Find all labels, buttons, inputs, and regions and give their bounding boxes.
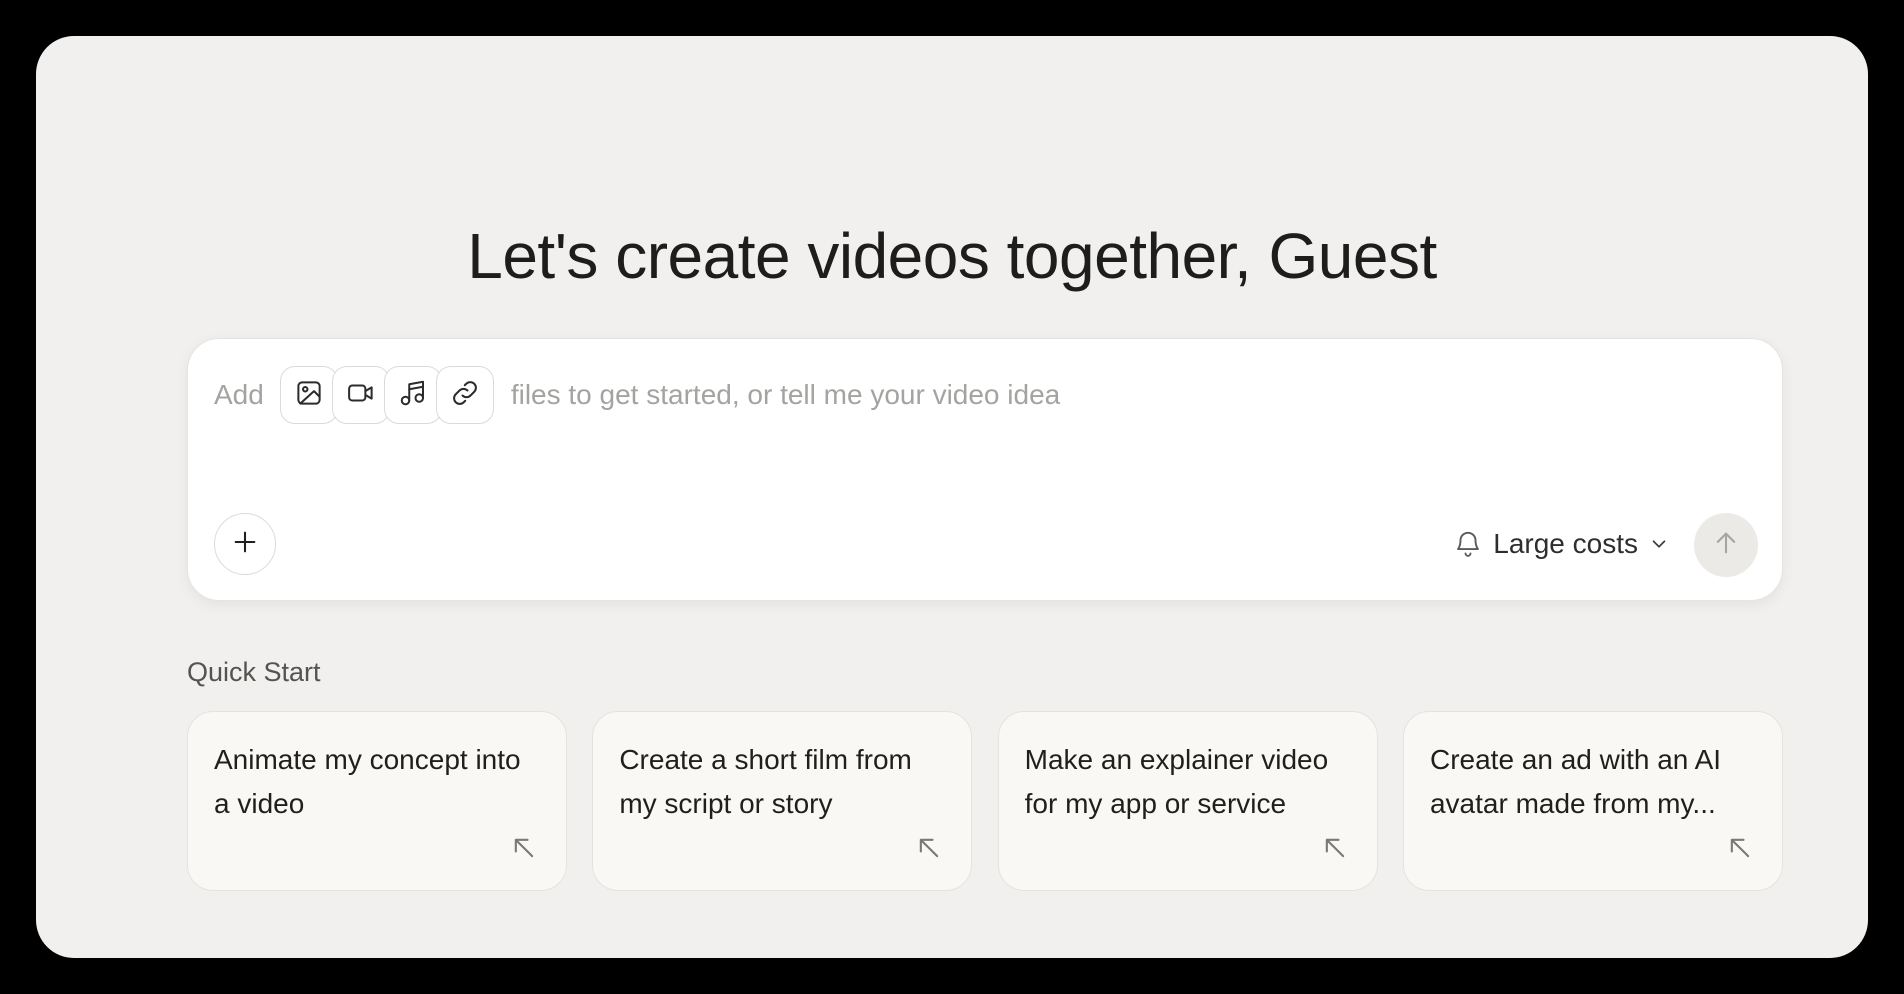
page-title: Let's create videos together, Guest [467,220,1437,292]
attachment-buttons [279,366,494,424]
quick-start-card[interactable]: Create an ad with an AI avatar made from… [1402,711,1783,891]
prompt-prefix: Add [214,379,264,410]
quick-start-card-text: Create a short film from my script or st… [619,744,912,819]
quick-start-card[interactable]: Make an explainer video for my app or se… [997,711,1378,891]
quick-start-card-text: Animate my concept into a video [214,744,521,819]
add-link-button[interactable] [435,366,494,424]
quick-start-card-text: Create an ad with an AI avatar made from… [1429,744,1722,819]
quick-start-card[interactable]: Create a short film from my script or st… [592,711,973,891]
prompt-row[interactable]: Add files to get started, or tell me you… [214,365,1060,425]
quick-start-heading: Quick Start [187,657,321,687]
image-icon [294,378,324,413]
add-more-button[interactable] [214,513,276,575]
arrow-up-left-icon [1726,834,1754,862]
bell-icon [1453,529,1483,559]
prompt-placeholder[interactable]: files to get started, or tell me your vi… [511,379,1060,411]
cost-mode-label: Large costs [1493,528,1638,559]
cost-mode-dropdown[interactable]: Large costs [1453,524,1670,564]
quick-start-cards: Animate my concept into a video Create a… [187,711,1783,891]
link-icon [450,378,480,413]
quick-start-card-text: Make an explainer video for my app or se… [1024,744,1329,819]
prompt-composer[interactable]: Add files to get started, or tell me you… [187,338,1783,601]
add-audio-button[interactable] [383,366,442,424]
plus-icon [231,528,259,561]
quick-start-card[interactable]: Animate my concept into a video [187,711,567,891]
arrow-up-left-icon [915,834,943,862]
add-video-button[interactable] [331,366,390,424]
app-window: Let's create videos together, Guest Add [36,36,1868,958]
chevron-down-icon [1648,533,1670,555]
arrow-up-icon [1712,529,1740,562]
arrow-up-left-icon [510,834,538,862]
music-note-icon [398,378,428,413]
video-camera-icon [346,378,376,413]
send-button[interactable] [1694,513,1758,577]
add-image-button[interactable] [279,366,338,424]
arrow-up-left-icon [1321,834,1349,862]
